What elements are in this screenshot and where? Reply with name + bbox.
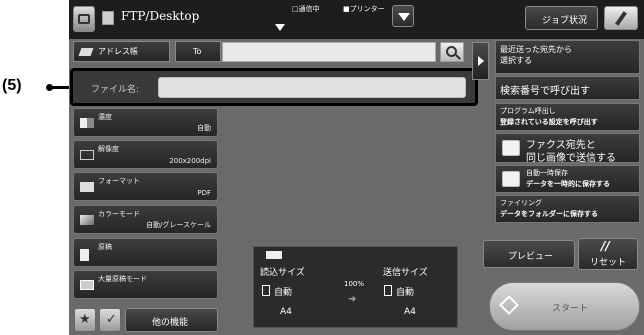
read-size-label: 読込サイズ [260, 268, 305, 278]
edit-button[interactable] [604, 6, 638, 30]
destination-field[interactable] [222, 42, 436, 62]
recent-destinations-button[interactable]: 最近送った宛先から 選択する [495, 40, 640, 74]
to-label: To [193, 47, 202, 56]
preview-label: プレビュー [508, 252, 554, 262]
setting-resolution-value: 200x200dpi [169, 157, 211, 165]
setting-format[interactable]: フォーマット PDF [73, 172, 218, 201]
other-functions-button[interactable]: 他の機能 [125, 308, 218, 332]
setting-density-label: 濃度 [98, 113, 112, 121]
address-book-icon [78, 48, 94, 56]
home-icon [78, 14, 90, 24]
read-paper-size: A4 [280, 307, 292, 317]
chevron-right-icon [478, 56, 484, 66]
autosave-line2: データを一時的に保存する [526, 180, 610, 188]
scan-info-panel: 読込サイズ 自動 A4 100% ➜ 送信サイズ 自動 A4 [253, 246, 458, 328]
recent-line1: 最近送った宛先から [500, 45, 572, 54]
filename-input[interactable] [158, 77, 466, 98]
arrow-right-icon: ➜ [348, 294, 357, 305]
filing-line2: データをフォルダーに保存する [500, 210, 598, 218]
read-size-paper-icon [262, 285, 270, 296]
resolution-icon [80, 150, 94, 160]
send-paper-size: A4 [404, 307, 416, 317]
pen-icon [615, 11, 627, 26]
setting-mass-original-mode[interactable]: 大量原稿モード [73, 270, 218, 299]
to-button[interactable]: To [175, 41, 221, 62]
status-dropdown-button[interactable] [392, 5, 414, 27]
search-button[interactable] [440, 42, 464, 62]
program-line2: 登録されている設定を呼び出す [500, 118, 598, 126]
check-button[interactable]: ✓ [99, 308, 121, 332]
mode-title: FTP/Desktop [121, 9, 200, 23]
format-icon [80, 182, 94, 192]
filename-row: ファイル名: [70, 68, 478, 106]
reset-button[interactable]: // リセット [578, 238, 638, 270]
density-icon [80, 118, 94, 128]
program-line1: プログラム呼出し [500, 107, 556, 115]
recent-line2: 選択する [500, 56, 532, 65]
setting-color-mode-label: カラーモード [98, 210, 140, 218]
status-communicating: □通信中 [292, 5, 320, 13]
send-size-value: 自動 [396, 288, 415, 298]
setting-resolution[interactable]: 解像度 200x200dpi [73, 140, 218, 169]
status-printer: ■プリンター [343, 5, 385, 13]
filing-button[interactable]: ファイリング データをフォルダーに保存する [495, 195, 640, 223]
setting-color-mode-value: 自動/グレースケール [145, 221, 211, 229]
check-icon: ✓ [106, 312, 117, 327]
setting-density-value: 自動 [197, 124, 211, 132]
autosave-line1: 自動一時保存 [526, 169, 568, 177]
ratio-value: 100% [344, 280, 365, 288]
program-recall-button[interactable]: プログラム呼出し 登録されている設定を呼び出す [495, 103, 640, 131]
original-icon [80, 249, 89, 261]
device-screen: FTP/Desktop □通信中 ■プリンター ジョブ状況 アドレス帳 To フ… [69, 0, 644, 335]
favorite-button[interactable]: ★ [74, 308, 96, 332]
setting-resolution-label: 解像度 [98, 145, 119, 153]
auto-save-checkbox[interactable] [502, 171, 520, 187]
filing-line1: ファイリング [500, 199, 542, 207]
callout-label: (5) [2, 77, 22, 94]
other-functions-label: 他の機能 [152, 318, 189, 328]
setting-density[interactable]: 濃度 自動 [73, 108, 218, 137]
mode-dropdown-icon[interactable] [275, 24, 285, 31]
mass-original-icon [80, 280, 94, 290]
chevron-down-icon [398, 13, 410, 21]
setting-format-label: フォーマット [98, 177, 140, 185]
address-book-button[interactable]: アドレス帳 [73, 41, 170, 62]
search-number-button[interactable]: 検索番号で呼び出す [495, 76, 640, 100]
star-icon: ★ [79, 312, 91, 327]
search-number-label: 検索番号で呼び出す [500, 86, 590, 97]
address-book-label: アドレス帳 [98, 47, 138, 56]
reset-label: リセット [590, 258, 627, 268]
job-status-button[interactable]: ジョブ状況 [525, 6, 598, 30]
job-status-label: ジョブ状況 [542, 16, 588, 26]
send-size-paper-icon [384, 285, 392, 296]
send-size-label: 送信サイズ [383, 268, 428, 278]
setting-original[interactable]: 原稿 [73, 238, 218, 267]
reset-icon: // [601, 239, 610, 253]
original-feed-icon [266, 251, 282, 259]
home-button[interactable] [73, 6, 95, 32]
filename-label: ファイル名: [91, 85, 140, 95]
color-mode-icon [80, 215, 94, 225]
fax-line2: 同じ画像で送信する [526, 153, 616, 164]
read-size-value: 自動 [274, 288, 293, 298]
fax-same-image-checkbox[interactable] [502, 140, 520, 156]
setting-format-value: PDF [197, 189, 211, 197]
setting-original-label: 原稿 [98, 243, 112, 251]
search-icon-handle [455, 54, 461, 60]
setting-mass-original-label: 大量原稿モード [98, 275, 147, 283]
mode-icon [102, 11, 114, 25]
auto-save-toggle[interactable]: 自動一時保存 データを一時的に保存する [495, 165, 640, 193]
start-icon [499, 295, 519, 315]
start-label: スタート [552, 304, 589, 314]
setting-color-mode[interactable]: カラーモード 自動/グレースケール [73, 205, 218, 234]
fax-same-image-toggle[interactable]: ファクス宛先と 同じ画像で送信する [495, 133, 640, 164]
start-button[interactable]: スタート [489, 282, 640, 331]
panel-toggle-button[interactable] [472, 42, 489, 80]
preview-button[interactable]: プレビュー [483, 240, 575, 268]
